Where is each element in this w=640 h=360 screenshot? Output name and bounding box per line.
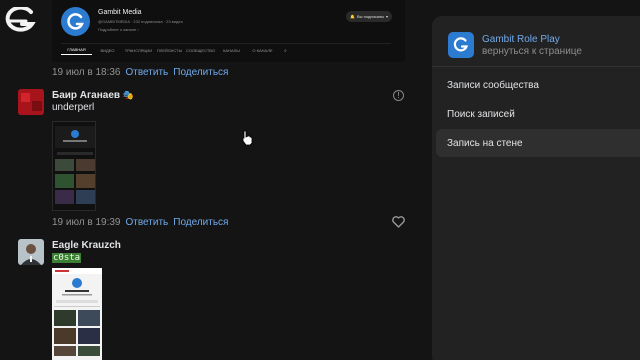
- comment-image[interactable]: [52, 268, 102, 360]
- comment-author[interactable]: Eagle Krauzch: [52, 240, 121, 251]
- share-link[interactable]: Поделиться: [173, 217, 228, 228]
- divider: [432, 66, 640, 67]
- community-nav-panel: Gambit Role Play вернуться к странице За…: [432, 16, 640, 360]
- comment-date: 19 июл в 19:39: [52, 217, 121, 228]
- avatar[interactable]: [18, 239, 44, 265]
- tab-streams[interactable]: Трансляции: [123, 48, 154, 53]
- comment-meta: 19 июл в 19:39 Ответить Поделиться: [52, 217, 228, 228]
- bell-icon: 🔔: [350, 14, 355, 19]
- tab-videos[interactable]: Видео: [92, 48, 123, 53]
- tab-channels[interactable]: Каналы: [216, 48, 247, 53]
- heart-icon[interactable]: [392, 215, 405, 233]
- chevron-down-icon: ▾: [385, 14, 388, 19]
- channel-more-link[interactable]: Подробнее о канале ›: [98, 27, 139, 32]
- channel-tabs: Главная Видео Трансляции Плейлисты Сообщ…: [61, 43, 391, 57]
- comment-text: underperl: [52, 102, 95, 113]
- post-date: 19 июл в 18:36: [52, 67, 121, 78]
- menu-item-community-posts[interactable]: Записи сообщества: [436, 71, 640, 99]
- share-link[interactable]: Поделиться: [173, 67, 228, 78]
- channel-name: Gambit Media: [98, 9, 142, 16]
- channel-meta: @GAMBITMEDIA · 232 подписчика · 23 видео: [98, 19, 183, 24]
- report-icon[interactable]: !: [393, 90, 404, 101]
- menu-item-search-posts[interactable]: Поиск записей: [436, 100, 640, 128]
- post-meta: 19 июл в 18:36 Ответить Поделиться: [52, 67, 228, 78]
- channel-embed[interactable]: Gambit Media @GAMBITMEDIA · 232 подписчи…: [52, 0, 405, 62]
- comments-feed: Gambit Media @GAMBITMEDIA · 232 подписчи…: [0, 0, 420, 360]
- channel-avatar: [61, 7, 90, 36]
- comment-image[interactable]: [52, 121, 96, 211]
- subscribed-label: Вы подписаны: [356, 14, 384, 19]
- search-icon[interactable]: ⌕: [284, 48, 287, 54]
- comment-author[interactable]: Баир Аганаев 🎭: [52, 90, 134, 101]
- tab-community[interactable]: Сообщество: [185, 48, 216, 53]
- avatar[interactable]: [18, 89, 44, 115]
- group-name-link[interactable]: Gambit Role Play: [482, 34, 560, 45]
- emoji-icon: 🎭: [122, 90, 135, 100]
- mouse-cursor-icon: [241, 130, 253, 151]
- tab-about[interactable]: О канале: [247, 48, 278, 53]
- reply-link[interactable]: Ответить: [126, 217, 169, 228]
- group-avatar[interactable]: [448, 32, 474, 58]
- menu-item-wall-post[interactable]: Запись на стене: [436, 129, 640, 157]
- back-to-page-link[interactable]: вернуться к странице: [482, 46, 582, 57]
- tab-playlists[interactable]: Плейлисты: [154, 48, 185, 53]
- reply-link[interactable]: Ответить: [126, 67, 169, 78]
- subscribed-button[interactable]: 🔔 Вы подписаны ▾: [346, 11, 392, 22]
- comment-text: c0sta: [52, 253, 82, 263]
- tab-home[interactable]: Главная: [61, 47, 92, 55]
